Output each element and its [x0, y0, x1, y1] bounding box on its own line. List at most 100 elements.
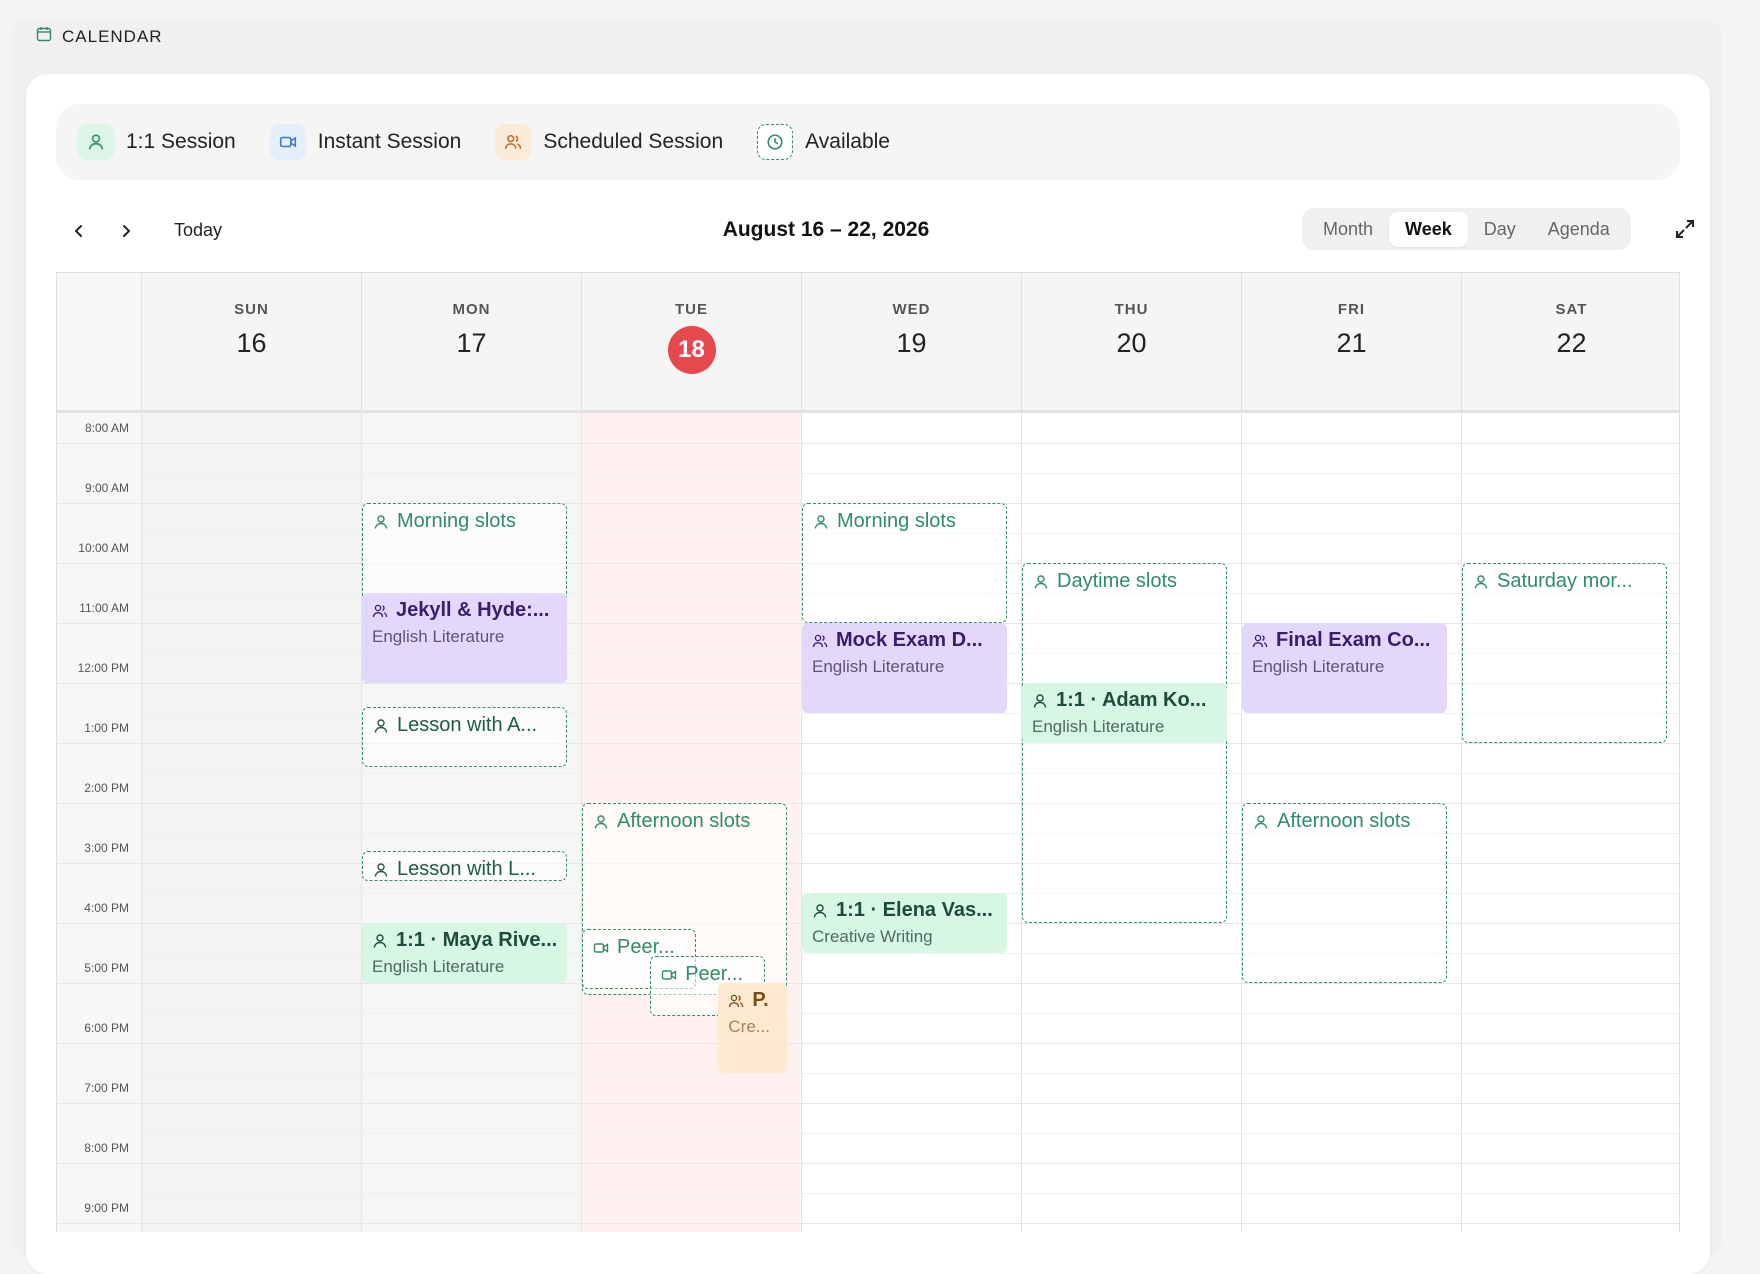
day-number: 22 [1556, 328, 1587, 358]
day-number: 20 [1116, 328, 1147, 358]
time-label: 2:00 PM [84, 781, 129, 795]
event-title: 1:1 · Elena Vas... [836, 899, 993, 921]
event-title: Daytime slots [1057, 570, 1178, 592]
event-subject: English Literature [812, 657, 945, 676]
next-week-button[interactable] [111, 216, 141, 246]
users-icon [728, 993, 744, 1009]
day-number: 16 [236, 328, 267, 358]
time-label: 9:00 PM [84, 1201, 129, 1215]
scheduled-group-session[interactable]: Mock Exam D... English Literature [802, 623, 1007, 713]
legend-item: Scheduled Session [495, 124, 723, 160]
users-icon [495, 124, 532, 160]
video-icon [593, 940, 609, 956]
week-grid: SUN 16 MON 17 TUE 18 WED 19 THU 20 FRI 21 SAT 22 8:00… [56, 272, 1680, 1232]
person-icon [1473, 574, 1489, 590]
available-slot[interactable]: Afternoon slots [1242, 803, 1447, 983]
day-name: TUE [675, 301, 708, 318]
event-title: Jekyll & Hyde:... [396, 599, 550, 621]
event-subject: English Literature [372, 627, 505, 646]
day-header-sun[interactable]: SUN 16 [141, 273, 361, 410]
event-subject: English Literature [372, 957, 505, 976]
event-subject: Cre... [728, 1017, 770, 1036]
time-label: 4:00 PM [84, 901, 129, 915]
day-header-thu[interactable]: THU 20 [1021, 273, 1241, 410]
half-hour-line [141, 1133, 1679, 1134]
half-hour-line [141, 833, 1679, 834]
one-on-one-session[interactable]: 1:1 · Adam Ko... English Literature [1022, 683, 1227, 743]
hour-line [57, 743, 1679, 744]
event-title: 1:1 · Maya Rive... [396, 929, 557, 951]
one-on-one-session[interactable]: 1:1 · Elena Vas... Creative Writing [802, 893, 1007, 953]
hour-line [57, 443, 1679, 444]
legend-label: Available [805, 130, 890, 153]
tab-day[interactable]: Day [1468, 212, 1532, 247]
tab-week[interactable]: Week [1389, 211, 1468, 247]
day-number: 17 [456, 328, 487, 358]
person-icon [813, 514, 829, 530]
day-column-sun[interactable] [141, 413, 361, 1232]
hour-line [57, 1223, 1679, 1224]
day-header-row: SUN 16 MON 17 TUE 18 WED 19 THU 20 FRI 21 SAT 22 [57, 273, 1679, 413]
scheduled-session[interactable]: P. Cre... [718, 983, 787, 1073]
day-name: SUN [234, 301, 269, 318]
half-hour-line [141, 473, 1679, 474]
event-title: Afternoon slots [617, 810, 751, 832]
video-icon [661, 967, 677, 983]
available-slot[interactable]: Lesson with L... [362, 851, 567, 881]
person-icon [1033, 574, 1049, 590]
day-name: MON [452, 301, 491, 318]
person-icon [373, 862, 389, 878]
today-date-badge: 18 [667, 326, 716, 374]
day-header-tue[interactable]: TUE 18 [581, 273, 801, 410]
available-slot[interactable]: Morning slots [802, 503, 1007, 623]
time-label: 1:00 PM [84, 721, 129, 735]
scheduled-group-session[interactable]: Jekyll & Hyde:... English Literature [362, 593, 567, 683]
day-header-fri[interactable]: FRI 21 [1241, 273, 1461, 410]
time-label: 10:00 AM [78, 541, 129, 555]
day-header-mon[interactable]: MON 17 [361, 273, 581, 410]
legend-item: 1:1 Session [78, 124, 236, 160]
day-column-sat[interactable] [1461, 413, 1679, 1232]
day-header-sat[interactable]: SAT 22 [1461, 273, 1679, 410]
tab-agenda[interactable]: Agenda [1532, 212, 1626, 247]
day-header-wed[interactable]: WED 19 [801, 273, 1021, 410]
time-label: 5:00 PM [84, 961, 129, 975]
time-label: 12:00 PM [77, 661, 129, 675]
half-hour-line [141, 1073, 1679, 1074]
legend-item: Available [757, 124, 890, 160]
date-range-title: August 16 – 22, 2026 [722, 218, 930, 241]
available-slot[interactable]: Lesson with A... [362, 707, 567, 767]
app-header: CALENDAR [36, 26, 163, 47]
one-on-one-session[interactable]: 1:1 · Maya Rive... English Literature [362, 923, 567, 983]
legend: 1:1 Session Instant Session Scheduled Sess… [56, 104, 1680, 180]
available-slot[interactable]: Daytime slots [1022, 563, 1227, 923]
half-hour-line [141, 1013, 1679, 1014]
person-icon [372, 933, 388, 949]
toolbar: Today August 16 – 22, 2026 Month Week Day A… [56, 208, 1694, 260]
time-label: 9:00 AM [84, 481, 129, 495]
hour-line [57, 1043, 1679, 1044]
time-gutter-header [57, 273, 141, 410]
time-label: 11:00 AM [79, 601, 129, 615]
scheduled-group-session[interactable]: Final Exam Co... English Literature [1242, 623, 1447, 713]
expand-button[interactable] [1670, 214, 1700, 244]
expand-icon [1676, 220, 1694, 238]
person-icon [78, 124, 114, 160]
time-label: 6:00 PM [84, 1021, 129, 1035]
event-subject: English Literature [1032, 717, 1165, 736]
person-icon [1253, 814, 1269, 830]
legend-item: Instant Session [269, 124, 462, 160]
person-icon [373, 514, 389, 530]
event-title: Lesson with A... [397, 714, 538, 736]
event-title: Mock Exam D... [836, 629, 983, 651]
users-icon [372, 603, 388, 619]
event-subject: English Literature [1252, 657, 1385, 676]
day-name: THU [1114, 301, 1149, 318]
legend-label: Instant Session [317, 130, 462, 153]
available-slot[interactable]: Saturday mor... [1462, 563, 1667, 743]
today-button[interactable]: Today [174, 220, 222, 241]
time-label: 8:00 AM [84, 421, 129, 435]
calendar-icon [36, 26, 52, 47]
tab-month[interactable]: Month [1307, 212, 1389, 247]
previous-week-button[interactable] [64, 216, 94, 246]
